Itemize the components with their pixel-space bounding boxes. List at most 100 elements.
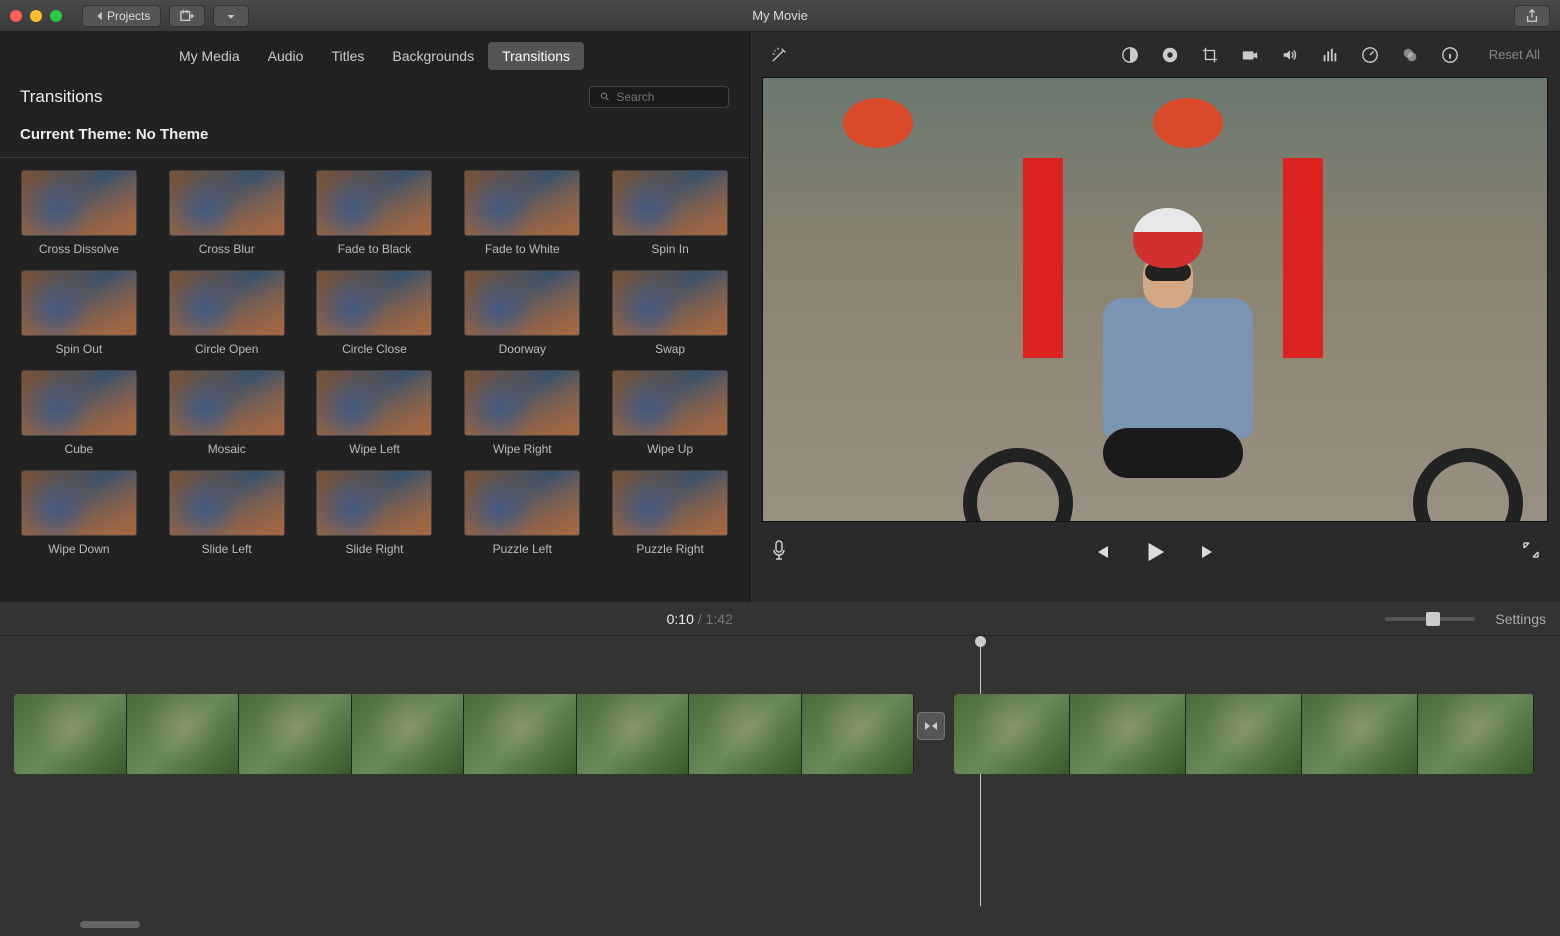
transition-label: Fade to Black — [338, 242, 411, 256]
transition-label: Puzzle Left — [493, 542, 552, 556]
transition-label: Wipe Left — [349, 442, 400, 456]
transition-thumbnail — [612, 270, 728, 336]
timeline-clip[interactable] — [14, 694, 914, 774]
equalizer-icon[interactable] — [1321, 46, 1339, 64]
transition-item[interactable]: Wipe Right — [459, 370, 585, 456]
search-input[interactable] — [616, 90, 718, 104]
transition-label: Slide Right — [345, 542, 403, 556]
transition-marker[interactable] — [917, 712, 945, 740]
info-icon[interactable] — [1441, 46, 1459, 64]
reset-all-button[interactable]: Reset All — [1489, 47, 1540, 62]
transition-item[interactable]: Spin Out — [16, 270, 142, 356]
transition-item[interactable]: Wipe Left — [312, 370, 438, 456]
play-button[interactable] — [1142, 539, 1168, 565]
duration: 1:42 — [706, 611, 733, 627]
transition-label: Mosaic — [208, 442, 246, 456]
transition-thumbnail — [21, 370, 137, 436]
timeline-settings-button[interactable]: Settings — [1495, 611, 1546, 627]
transition-label: Wipe Right — [493, 442, 552, 456]
playhead[interactable] — [980, 642, 981, 906]
color-wheel-icon[interactable] — [1161, 46, 1179, 64]
timeline-panel: 0:10 / 1:42 Settings — [0, 602, 1560, 936]
transition-item[interactable]: Fade to White — [459, 170, 585, 256]
tab-transitions[interactable]: Transitions — [488, 42, 584, 70]
transition-label: Wipe Up — [647, 442, 693, 456]
timeline-clip[interactable] — [954, 694, 1534, 774]
transition-label: Spin In — [651, 242, 688, 256]
timeline-track[interactable] — [0, 636, 1560, 936]
transition-item[interactable]: Wipe Up — [607, 370, 733, 456]
minimize-window[interactable] — [30, 10, 42, 22]
close-window[interactable] — [10, 10, 22, 22]
maximize-window[interactable] — [50, 10, 62, 22]
transition-item[interactable]: Fade to Black — [312, 170, 438, 256]
voiceover-icon[interactable] — [770, 539, 788, 566]
transition-label: Circle Open — [195, 342, 258, 356]
transition-thumbnail — [21, 270, 137, 336]
zoom-slider[interactable] — [1385, 617, 1475, 621]
speed-icon[interactable] — [1361, 46, 1379, 64]
horizontal-scrollbar[interactable] — [80, 921, 140, 928]
transition-item[interactable]: Cube — [16, 370, 142, 456]
transition-thumbnail — [612, 170, 728, 236]
projects-button[interactable]: Projects — [82, 5, 161, 27]
transition-item[interactable]: Slide Right — [312, 470, 438, 556]
media-import-button[interactable] — [169, 5, 205, 27]
tab-titles[interactable]: Titles — [317, 42, 378, 70]
transition-item[interactable]: Circle Open — [164, 270, 290, 356]
next-button[interactable] — [1198, 542, 1218, 562]
transition-item[interactable]: Spin In — [607, 170, 733, 256]
transition-item[interactable]: Puzzle Left — [459, 470, 585, 556]
share-button[interactable] — [1514, 5, 1550, 27]
transition-item[interactable]: Circle Close — [312, 270, 438, 356]
download-button[interactable] — [213, 5, 249, 27]
transition-thumbnail — [169, 470, 285, 536]
tab-my-media[interactable]: My Media — [165, 42, 254, 70]
transition-label: Puzzle Right — [636, 542, 703, 556]
color-balance-icon[interactable] — [1121, 46, 1139, 64]
transition-item[interactable]: Puzzle Right — [607, 470, 733, 556]
current-time: 0:10 — [667, 611, 694, 627]
transition-label: Cube — [65, 442, 94, 456]
titlebar: Projects My Movie — [0, 0, 1560, 32]
transition-thumbnail — [464, 170, 580, 236]
prev-button[interactable] — [1092, 542, 1112, 562]
playback-time: 0:10 / 1:42 — [667, 611, 733, 627]
fullscreen-icon[interactable] — [1522, 541, 1540, 564]
panel-title: Transitions — [20, 87, 103, 107]
transition-thumbnail — [464, 270, 580, 336]
transition-label: Fade to White — [485, 242, 560, 256]
transition-label: Doorway — [499, 342, 546, 356]
tab-audio[interactable]: Audio — [254, 42, 318, 70]
transition-thumbnail — [464, 370, 580, 436]
current-theme-label: Current Theme: No Theme — [0, 114, 749, 158]
transition-item[interactable]: Doorway — [459, 270, 585, 356]
transition-thumbnail — [612, 370, 728, 436]
volume-icon[interactable] — [1281, 46, 1299, 64]
transition-item[interactable]: Cross Dissolve — [16, 170, 142, 256]
transition-item[interactable]: Swap — [607, 270, 733, 356]
magic-wand-icon[interactable] — [770, 46, 788, 64]
transition-thumbnail — [464, 470, 580, 536]
filter-icon[interactable] — [1401, 46, 1419, 64]
search-box[interactable] — [589, 86, 729, 108]
transition-thumbnail — [21, 470, 137, 536]
transition-item[interactable]: Wipe Down — [16, 470, 142, 556]
projects-label: Projects — [107, 9, 150, 23]
window-controls — [10, 10, 62, 22]
window-title: My Movie — [752, 8, 808, 23]
transition-label: Spin Out — [56, 342, 103, 356]
transition-item[interactable]: Slide Left — [164, 470, 290, 556]
transitions-grid: Cross Dissolve Cross Blur Fade to Black Fad… — [0, 170, 749, 556]
crop-icon[interactable] — [1201, 46, 1219, 64]
transition-thumbnail — [316, 270, 432, 336]
transition-item[interactable]: Cross Blur — [164, 170, 290, 256]
transition-thumbnail — [612, 470, 728, 536]
camera-icon[interactable] — [1241, 46, 1259, 64]
transition-thumbnail — [21, 170, 137, 236]
transition-label: Cross Blur — [199, 242, 255, 256]
video-preview[interactable] — [762, 77, 1548, 522]
tab-backgrounds[interactable]: Backgrounds — [378, 42, 488, 70]
transition-item[interactable]: Mosaic — [164, 370, 290, 456]
transition-thumbnail — [316, 170, 432, 236]
